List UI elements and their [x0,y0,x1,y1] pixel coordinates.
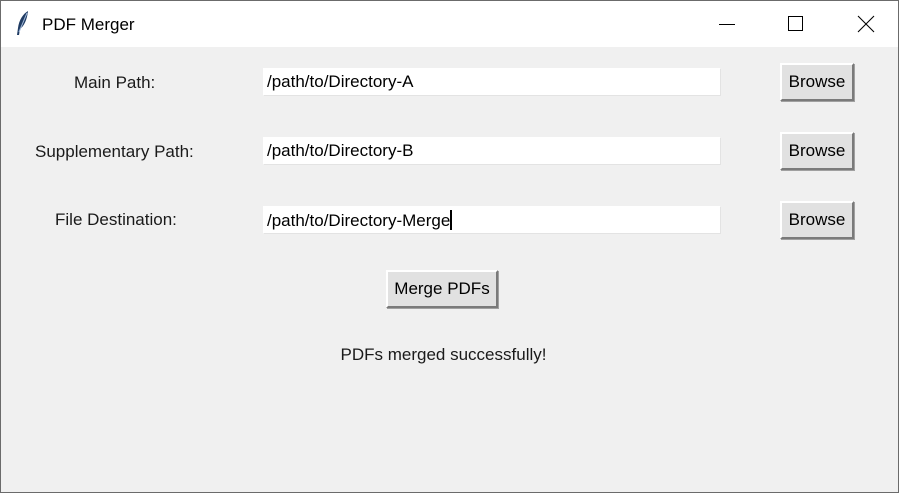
supplementary-path-browse-button[interactable]: Browse [780,132,854,170]
minimize-icon [719,24,735,25]
status-message: PDFs merged successfully! [340,345,547,364]
file-destination-input[interactable]: /path/to/Directory-Merge [263,206,721,234]
file-destination-browse-button[interactable]: Browse [780,201,854,239]
title-bar[interactable]: PDF Merger [1,1,898,47]
supplementary-path-input[interactable]: /path/to/Directory-B [263,137,721,165]
main-path-input[interactable]: /path/to/Directory-A [263,68,721,96]
window-title: PDF Merger [42,15,135,34]
file-destination-value: /path/to/Directory-Merge [267,211,451,230]
feather-icon [15,10,31,36]
close-button[interactable] [843,1,889,47]
maximize-icon [788,16,803,31]
supplementary-path-label: Supplementary Path: [35,142,194,161]
file-destination-label: File Destination: [55,210,177,229]
minimize-button[interactable] [704,1,750,47]
main-path-browse-button[interactable]: Browse [780,63,854,101]
text-cursor [450,210,453,230]
merge-pdfs-button[interactable]: Merge PDFs [386,270,498,308]
app-window: PDF Merger Main Path: /path/to/Directory… [0,0,899,493]
maximize-button[interactable] [773,1,819,47]
close-icon [857,15,875,33]
main-path-label: Main Path: [74,73,156,92]
